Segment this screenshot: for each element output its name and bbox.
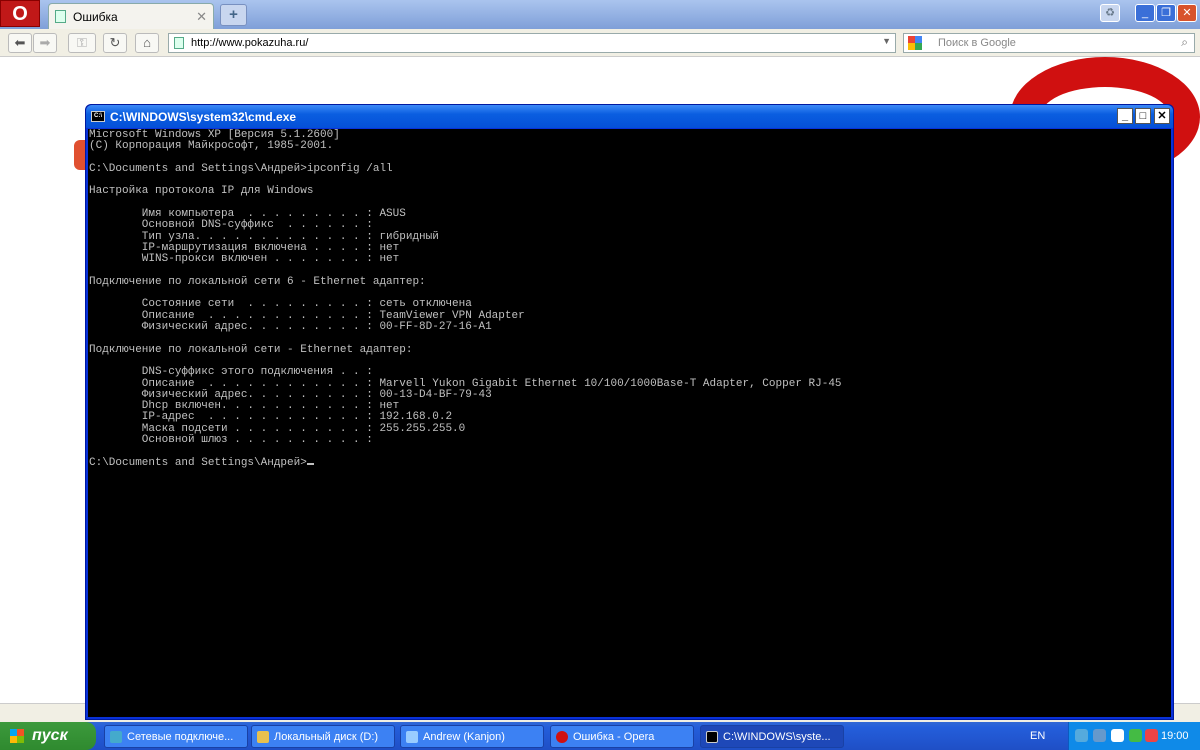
search-input[interactable]: Поиск в Google ⌕	[903, 33, 1195, 53]
language-indicator[interactable]: EN	[1030, 730, 1045, 742]
restore-button[interactable]: ❐	[1156, 4, 1176, 22]
start-label: пуск	[32, 727, 68, 744]
cmd-icon	[706, 731, 718, 743]
taskbar-item-label: C:\WINDOWS\syste...	[723, 731, 831, 743]
network-icon	[110, 731, 122, 743]
console-line: DNS-суффикс этого подключения . . :	[89, 366, 373, 379]
tray-icon[interactable]	[1145, 729, 1158, 742]
console-line: Основной шлюз . . . . . . . . . . :	[89, 434, 373, 447]
reload-button[interactable]: ↻	[103, 33, 127, 53]
taskbar-item-label: Andrew (Kanjon)	[423, 731, 505, 743]
taskbar-item-label: Сетевые подключе...	[127, 731, 234, 743]
forward-button[interactable]: ➡	[33, 33, 57, 53]
search-icon[interactable]: ⌕	[1181, 35, 1188, 50]
cmd-title-bar[interactable]: C:\ C:\WINDOWS\system32\cmd.exe _ □ ✕	[86, 105, 1173, 128]
tray-icon[interactable]	[1111, 729, 1124, 742]
console-line: Физический адрес. . . . . . . . . : 00-F…	[89, 321, 492, 334]
console-line: Подключение по локальной сети - Ethernet…	[89, 343, 413, 356]
maximize-button[interactable]: □	[1135, 108, 1151, 124]
cmd-title: C:\WINDOWS\system32\cmd.exe	[110, 110, 297, 124]
taskbar: пуск Сетевые подключе... Локальный диск …	[0, 722, 1200, 750]
prompt: C:\Documents and Settings\Андрей>	[89, 456, 307, 469]
chevron-down-icon[interactable]: ▼	[882, 36, 891, 46]
url-text: http://www.pokazuha.ru/	[191, 37, 309, 49]
console-line: Подключение по локальной сети 6 - Ethern…	[89, 275, 426, 288]
folder-icon	[257, 731, 269, 743]
taskbar-item-opera[interactable]: Ошибка - Opera	[550, 725, 694, 748]
browser-tab-bar: O Ошибка ✕ + ♻ _ ❐ ✕	[0, 0, 1200, 29]
taskbar-item-disk[interactable]: Локальный диск (D:)	[251, 725, 395, 748]
taskbar-item-andrew[interactable]: Andrew (Kanjon)	[400, 725, 544, 748]
opera-menu-button[interactable]: O	[0, 0, 40, 27]
clock[interactable]: 19:00	[1161, 730, 1189, 742]
system-tray: 19:00	[1068, 722, 1200, 750]
taskbar-item-network[interactable]: Сетевые подключе...	[104, 725, 248, 748]
minimize-button[interactable]: _	[1117, 108, 1133, 124]
tray-icon[interactable]	[1129, 729, 1142, 742]
taskbar-item-cmd[interactable]: C:\WINDOWS\syste...	[700, 725, 844, 748]
trash-icon[interactable]: ♻	[1100, 4, 1120, 22]
console-prompt-line: C:\Documents and Settings\Андрей>	[89, 456, 1171, 469]
close-button[interactable]: ✕	[1177, 4, 1197, 22]
console-line: Основной DNS-суффикс . . . . . . :	[89, 219, 373, 232]
google-icon	[908, 36, 922, 50]
windows-logo-icon	[10, 729, 24, 743]
page-icon	[55, 10, 66, 23]
home-button[interactable]: ⌂	[135, 33, 159, 53]
cursor	[306, 462, 314, 465]
taskbar-item-label: Ошибка - Opera	[573, 731, 655, 743]
key-icon[interactable]: ⚿	[68, 33, 96, 53]
taskbar-item-label: Локальный диск (D:)	[274, 731, 379, 743]
close-tab-icon[interactable]: ✕	[196, 9, 207, 25]
tray-icon[interactable]	[1093, 729, 1106, 742]
cmd-icon: C:\	[91, 111, 105, 122]
navigation-bar: ⬅ ➡ ⚿ ↻ ⌂ http://www.pokazuha.ru/ ▼ Поис…	[0, 29, 1200, 57]
new-tab-button[interactable]: +	[220, 4, 247, 26]
cmd-window: C:\ C:\WINDOWS\system32\cmd.exe _ □ ✕ Mi…	[85, 104, 1174, 720]
back-button[interactable]: ⬅	[8, 33, 32, 53]
opera-icon	[556, 731, 568, 743]
console-line: (С) Корпорация Майкрософт, 1985-2001.	[89, 140, 334, 153]
start-button[interactable]: пуск	[0, 722, 96, 750]
console-line: WINS-прокси включен . . . . . . . : нет	[89, 253, 400, 266]
tray-icon[interactable]	[1075, 729, 1088, 742]
console-line: C:\Documents and Settings\Андрей>ipconfi…	[89, 162, 393, 175]
tab-title: Ошибка	[73, 10, 118, 24]
minimize-button[interactable]: _	[1135, 4, 1155, 22]
console-line: Настройка протокола IP для Windows	[89, 185, 314, 198]
close-button[interactable]: ✕	[1154, 108, 1170, 124]
console-output[interactable]: Microsoft Windows XP [Версия 5.1.2600] (С…	[88, 129, 1171, 717]
browser-tab[interactable]: Ошибка ✕	[48, 3, 214, 29]
search-placeholder: Поиск в Google	[938, 37, 1016, 49]
user-icon	[406, 731, 418, 743]
address-bar[interactable]: http://www.pokazuha.ru/ ▼	[168, 33, 896, 53]
page-icon	[174, 37, 184, 49]
